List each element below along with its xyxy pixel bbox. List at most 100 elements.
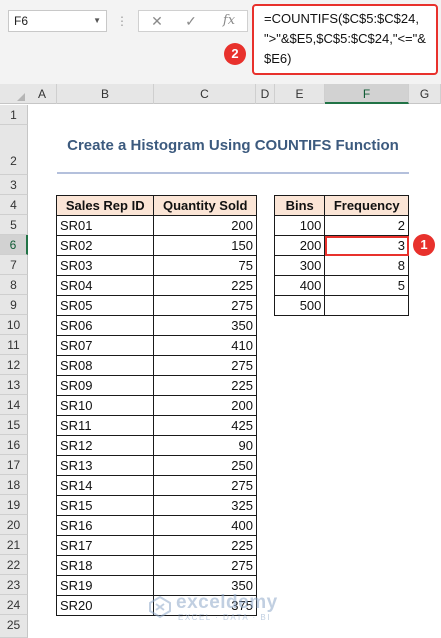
- column-header-f[interactable]: F: [325, 84, 409, 104]
- sales-rep-id-cell[interactable]: SR10: [55, 395, 155, 416]
- row-header-18[interactable]: 18: [0, 475, 28, 495]
- column-header-c[interactable]: C: [154, 84, 256, 104]
- sales-rep-id-cell[interactable]: SR09: [55, 375, 155, 396]
- quantity-sold-cell[interactable]: 275: [153, 295, 257, 316]
- quantity-sold-cell[interactable]: 225: [153, 375, 257, 396]
- quantity-sold-cell[interactable]: 200: [153, 395, 257, 416]
- frequency-cell[interactable]: 8: [324, 255, 409, 276]
- bin-cell[interactable]: 200: [273, 235, 326, 256]
- column-header-b[interactable]: B: [57, 84, 154, 104]
- frequency-cell[interactable]: 2: [324, 215, 409, 236]
- row-header-11[interactable]: 11: [0, 335, 28, 355]
- sales-rep-id-cell[interactable]: SR15: [55, 495, 155, 516]
- sales-rep-id-cell[interactable]: SR18: [55, 555, 155, 576]
- row-header-13[interactable]: 13: [0, 375, 28, 395]
- sales-rep-id-cell[interactable]: SR02: [55, 235, 155, 256]
- quantity-sold-cell[interactable]: 275: [153, 355, 257, 376]
- cancel-icon[interactable]: ✕: [143, 11, 171, 31]
- row-header-20[interactable]: 20: [0, 515, 28, 535]
- row-header-23[interactable]: 23: [0, 575, 28, 595]
- table-header-row: Bins Frequency: [273, 195, 409, 216]
- sales-rep-id-cell[interactable]: SR08: [55, 355, 155, 376]
- sales-rep-id-cell[interactable]: SR17: [55, 535, 155, 556]
- formula-bar-buttons: ✕ ✓ fx: [138, 10, 248, 32]
- header-frequency[interactable]: Frequency: [324, 195, 409, 216]
- quantity-sold-cell[interactable]: 275: [153, 475, 257, 496]
- bin-cell[interactable]: 400: [273, 275, 326, 296]
- row-header-7[interactable]: 7: [0, 255, 28, 275]
- quantity-sold-cell[interactable]: 425: [153, 415, 257, 436]
- row-header-21[interactable]: 21: [0, 535, 28, 555]
- row-header-15[interactable]: 15: [0, 415, 28, 435]
- quantity-sold-cell[interactable]: 225: [153, 535, 257, 556]
- frequency-cell[interactable]: [324, 295, 409, 316]
- column-header-g[interactable]: G: [409, 84, 441, 104]
- row-header-2[interactable]: 2: [0, 125, 28, 175]
- formula-input[interactable]: =COUNTIFS($C$5:$C$24, ">"&$E5,$C$5:$C$24…: [252, 4, 438, 75]
- select-all-corner[interactable]: [0, 84, 28, 104]
- bin-cell[interactable]: 500: [273, 295, 326, 316]
- table-row: 400 5: [273, 275, 409, 296]
- quantity-sold-cell[interactable]: 350: [153, 315, 257, 336]
- header-sales-rep-id[interactable]: Sales Rep ID: [55, 195, 155, 216]
- enter-icon[interactable]: ✓: [177, 11, 205, 31]
- table-row: 200 3: [273, 235, 409, 256]
- header-bins[interactable]: Bins: [273, 195, 326, 216]
- row-header-8[interactable]: 8: [0, 275, 28, 295]
- sales-rep-id-cell[interactable]: SR03: [55, 255, 155, 276]
- row-header-6[interactable]: 6: [0, 235, 28, 255]
- quantity-sold-cell[interactable]: 75: [153, 255, 257, 276]
- frequency-cell[interactable]: 5: [324, 275, 409, 296]
- quantity-sold-cell[interactable]: 150: [153, 235, 257, 256]
- quantity-sold-cell[interactable]: 200: [153, 215, 257, 236]
- bin-cell[interactable]: 100: [273, 215, 326, 236]
- sales-rep-id-cell[interactable]: SR04: [55, 275, 155, 296]
- sales-rep-id-cell[interactable]: SR06: [55, 315, 155, 336]
- row-header-5[interactable]: 5: [0, 215, 28, 235]
- histogram-bins-table: Bins Frequency 100 2 200 3 300 8 400 5 500: [273, 195, 409, 316]
- column-header-bar: A B C D E F G: [0, 84, 441, 104]
- column-header-d[interactable]: D: [256, 84, 275, 104]
- row-header-10[interactable]: 10: [0, 315, 28, 335]
- row-header-3[interactable]: 3: [0, 175, 28, 195]
- sales-rep-id-cell[interactable]: SR07: [55, 335, 155, 356]
- row-header-14[interactable]: 14: [0, 395, 28, 415]
- row-header-19[interactable]: 19: [0, 495, 28, 515]
- sales-rep-id-cell[interactable]: SR20: [55, 595, 155, 616]
- row-header-4[interactable]: 4: [0, 195, 28, 215]
- table-row: 500: [273, 295, 409, 316]
- sales-rep-id-cell[interactable]: SR19: [55, 575, 155, 596]
- quantity-sold-cell[interactable]: 410: [153, 335, 257, 356]
- quantity-sold-cell[interactable]: 400: [153, 515, 257, 536]
- column-header-e[interactable]: E: [275, 84, 325, 104]
- quantity-sold-cell[interactable]: 325: [153, 495, 257, 516]
- table-row: SR13 250: [55, 455, 257, 476]
- chevron-down-icon[interactable]: ▼: [93, 11, 101, 31]
- sales-rep-id-cell[interactable]: SR14: [55, 475, 155, 496]
- row-header-24[interactable]: 24: [0, 595, 28, 615]
- row-header-1[interactable]: 1: [0, 105, 28, 125]
- bin-cell[interactable]: 300: [273, 255, 326, 276]
- sales-rep-id-cell[interactable]: SR13: [55, 455, 155, 476]
- column-header-a[interactable]: A: [28, 84, 57, 104]
- quantity-sold-cell[interactable]: 275: [153, 555, 257, 576]
- row-header-17[interactable]: 17: [0, 455, 28, 475]
- quantity-sold-cell[interactable]: 90: [153, 435, 257, 456]
- quantity-sold-cell[interactable]: 250: [153, 455, 257, 476]
- name-box[interactable]: F6 ▼: [8, 10, 107, 32]
- sales-rep-id-cell[interactable]: SR16: [55, 515, 155, 536]
- row-header-25[interactable]: 25: [0, 615, 28, 638]
- row-header-22[interactable]: 22: [0, 555, 28, 575]
- quantity-sold-cell[interactable]: 225: [153, 275, 257, 296]
- sales-rep-id-cell[interactable]: SR05: [55, 295, 155, 316]
- sales-rep-id-cell[interactable]: SR11: [55, 415, 155, 436]
- row-header-16[interactable]: 16: [0, 435, 28, 455]
- sales-rep-id-cell[interactable]: SR12: [55, 435, 155, 456]
- insert-function-button[interactable]: fx: [215, 11, 243, 31]
- frequency-cell-active[interactable]: 3: [324, 235, 409, 256]
- header-quantity-sold[interactable]: Quantity Sold: [153, 195, 257, 216]
- formula-bar-grip-icon: ⋮: [116, 14, 128, 28]
- row-header-12[interactable]: 12: [0, 355, 28, 375]
- sales-rep-id-cell[interactable]: SR01: [55, 215, 155, 236]
- row-header-9[interactable]: 9: [0, 295, 28, 315]
